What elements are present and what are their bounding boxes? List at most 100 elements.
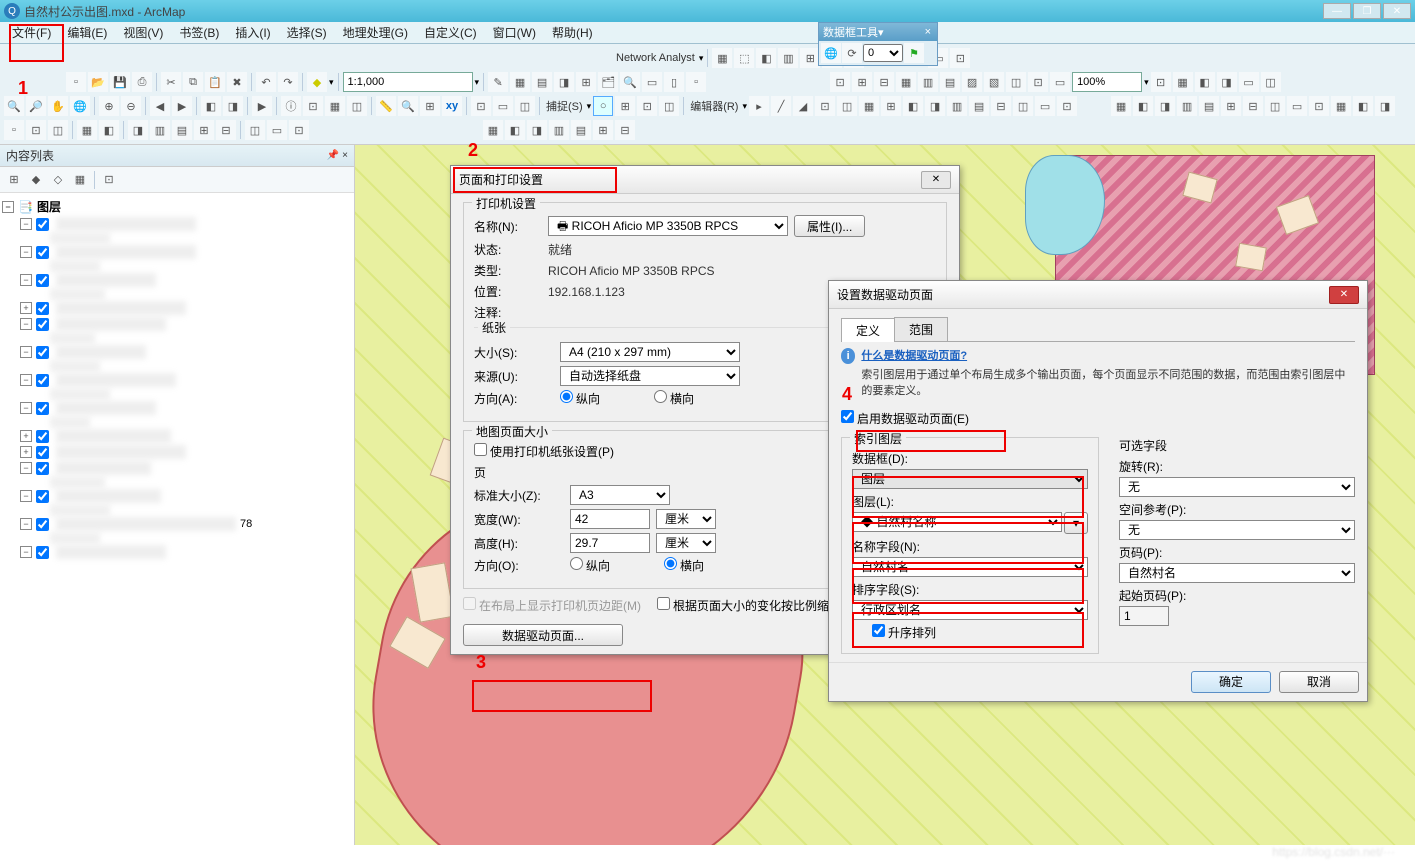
tree-expander[interactable]: −	[20, 274, 32, 286]
layer-check[interactable]	[36, 546, 49, 559]
find-icon[interactable]: 🔍	[398, 96, 418, 116]
layer-check[interactable]	[36, 346, 49, 359]
tb2-2[interactable]: ▦	[510, 72, 530, 92]
name-field-select[interactable]: 自然村名	[852, 557, 1088, 577]
goto-xy-icon[interactable]: xy	[442, 96, 462, 116]
r4-10[interactable]: ⊟	[216, 120, 236, 140]
catalog-icon[interactable]: 🗂	[598, 72, 618, 92]
printer-properties-button[interactable]: 属性(I)...	[794, 215, 865, 237]
menu-help[interactable]: 帮助(H)	[544, 22, 601, 43]
tb3-1[interactable]: ⊡	[830, 72, 850, 92]
portrait-radio[interactable]	[560, 390, 573, 403]
ed-19[interactable]: ▥	[1177, 96, 1197, 116]
na-btn9[interactable]: ⊡	[950, 48, 970, 68]
layer-check[interactable]	[36, 462, 49, 475]
menu-view[interactable]: 视图(V)	[115, 22, 171, 43]
paper-size-select[interactable]: A4 (210 x 297 mm)	[560, 342, 740, 362]
r4-5[interactable]: ◧	[99, 120, 119, 140]
ed-3[interactable]: ◢	[793, 96, 813, 116]
layer-browse-button[interactable]: ▾	[1064, 512, 1088, 534]
std-size-select[interactable]: A3	[570, 485, 670, 505]
dialog1-close-button[interactable]: ✕	[921, 171, 951, 189]
r4-17[interactable]: ▥	[549, 120, 569, 140]
nav4-1[interactable]: ◧	[201, 96, 221, 116]
layer-check[interactable]	[36, 218, 49, 231]
layer-check[interactable]	[36, 374, 49, 387]
nav5-4[interactable]: ◫	[347, 96, 367, 116]
paste-icon[interactable]: 📋	[205, 72, 225, 92]
tb3-6[interactable]: ▤	[940, 72, 960, 92]
nav6-3[interactable]: ⊞	[420, 96, 440, 116]
rotation-select[interactable]: 无	[1119, 477, 1355, 497]
network-analyst-label[interactable]: Network Analyst	[614, 52, 697, 64]
open-icon[interactable]: 📂	[88, 72, 108, 92]
portrait-radio-label[interactable]: 纵向	[560, 390, 628, 407]
landscape2-radio[interactable]	[664, 557, 677, 570]
ed-12[interactable]: ⊟	[991, 96, 1011, 116]
ascending-check[interactable]	[872, 624, 885, 637]
save-icon[interactable]: 💾	[110, 72, 130, 92]
na-btn1[interactable]: ▦	[712, 48, 732, 68]
editor-label[interactable]: 编辑器(R)	[688, 98, 740, 114]
pin-icon[interactable]: 📌 ×	[327, 150, 348, 161]
tb3-11[interactable]: ▭	[1050, 72, 1070, 92]
toc-list-by-visibility-icon[interactable]: ◇	[48, 170, 68, 190]
tb3-13[interactable]: ▦	[1173, 72, 1193, 92]
info-question[interactable]: 什么是数据驱动页面?	[861, 348, 1355, 365]
zoom-out-icon[interactable]: 🔎	[26, 96, 46, 116]
toc-list-by-selection-icon[interactable]: ▦	[70, 170, 90, 190]
ed-11[interactable]: ▤	[969, 96, 989, 116]
enable-ddp-check-label[interactable]: 启用数据驱动页面(E)	[841, 410, 969, 427]
cut-icon[interactable]: ✂	[161, 72, 181, 92]
ed-27[interactable]: ◧	[1353, 96, 1373, 116]
height-input[interactable]	[570, 533, 650, 553]
tree-expander[interactable]: −	[20, 462, 32, 474]
scale-input[interactable]	[343, 72, 473, 92]
tb2-8[interactable]: ▭	[642, 72, 662, 92]
tree-expander[interactable]: −	[20, 402, 32, 414]
layer-check[interactable]	[36, 518, 49, 531]
dialog2-titlebar[interactable]: 设置数据驱动页面 ✕	[829, 281, 1367, 309]
identify-icon[interactable]: ⓘ	[281, 96, 301, 116]
scale-on-change-check[interactable]	[657, 597, 670, 610]
ed-5[interactable]: ◫	[837, 96, 857, 116]
tab-extent[interactable]: 范围	[894, 317, 948, 341]
tb2-4[interactable]: ◨	[554, 72, 574, 92]
r4-11[interactable]: ◫	[245, 120, 265, 140]
pan-icon[interactable]: ✋	[48, 96, 68, 116]
ok-button[interactable]: 确定	[1191, 671, 1271, 693]
use-printer-check[interactable]	[474, 443, 487, 456]
ed-18[interactable]: ◨	[1155, 96, 1175, 116]
ed-9[interactable]: ◨	[925, 96, 945, 116]
r4-19[interactable]: ⊞	[593, 120, 613, 140]
back-icon[interactable]: ◀	[150, 96, 170, 116]
zoom-input[interactable]	[1072, 72, 1142, 92]
fixed-zoom-out-icon[interactable]: ⊖	[121, 96, 141, 116]
tb3-14[interactable]: ◧	[1195, 72, 1215, 92]
menu-edit[interactable]: 编辑(E)	[59, 22, 115, 43]
ed-14[interactable]: ▭	[1035, 96, 1055, 116]
tree-expander[interactable]: −	[20, 246, 32, 258]
tree-expander[interactable]: +	[20, 430, 32, 442]
dataframe-toolbar[interactable]: 数据框工具 ▾ × 🌐 ⟳ 0 ⚑	[818, 22, 938, 66]
ed-28[interactable]: ◨	[1375, 96, 1395, 116]
r4-14[interactable]: ▦	[483, 120, 503, 140]
menu-insert[interactable]: 插入(I)	[227, 22, 278, 43]
r4-4[interactable]: ▦	[77, 120, 97, 140]
undo-icon[interactable]: ↶	[256, 72, 276, 92]
dataframe-toolbar-close-icon[interactable]: ×	[923, 26, 933, 38]
dataframe-select[interactable]: 图层	[852, 469, 1088, 489]
tree-expander[interactable]: −	[20, 374, 32, 386]
delete-icon[interactable]: ✖	[227, 72, 247, 92]
tb3-4[interactable]: ▦	[896, 72, 916, 92]
toc-options-icon[interactable]: ⊡	[99, 170, 119, 190]
snap-btn1[interactable]: ○	[593, 96, 613, 116]
tb2-10[interactable]: ▫	[686, 72, 706, 92]
ed-7[interactable]: ⊞	[881, 96, 901, 116]
measure-icon[interactable]: 📏	[376, 96, 396, 116]
r4-2[interactable]: ⊡	[26, 120, 46, 140]
ed-6[interactable]: ▦	[859, 96, 879, 116]
toc-title[interactable]: 内容列表 📌 ×	[0, 145, 354, 167]
fixed-zoom-in-icon[interactable]: ⊕	[99, 96, 119, 116]
search-icon[interactable]: 🔍	[620, 72, 640, 92]
